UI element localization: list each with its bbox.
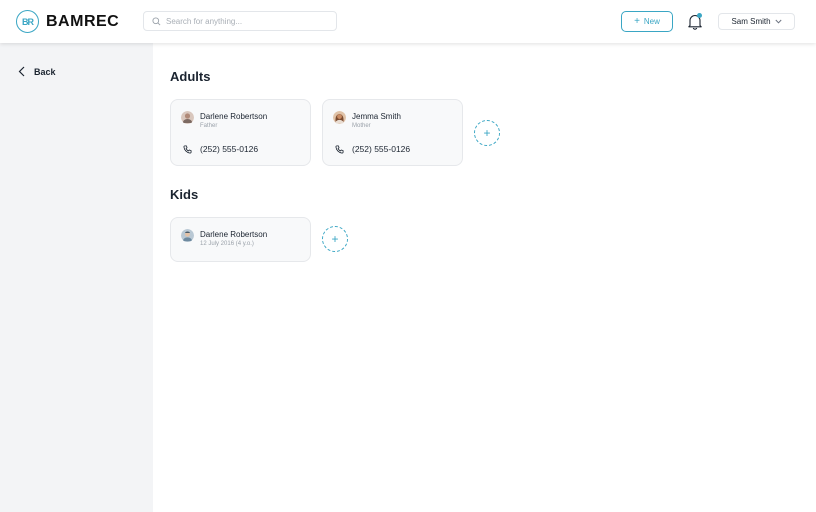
phone-icon (335, 144, 344, 154)
member-birthdate: 12 July 2016 (4 y.o.) (200, 241, 254, 247)
new-button-label: New (643, 17, 660, 26)
phone-row: (252) 555-0126 (183, 144, 258, 154)
plus-icon: + (634, 15, 640, 27)
adult-card[interactable]: Darlene Robertson Father (252) 555-0126 (170, 99, 311, 166)
member-name: Darlene Robertson (200, 230, 268, 239)
member-phone: (252) 555-0126 (352, 144, 411, 154)
avatar (333, 111, 346, 124)
chevron-down-icon (775, 19, 782, 24)
logo[interactable]: BR BAMREC (16, 10, 119, 33)
phone-row: (252) 555-0126 (335, 144, 410, 154)
avatar (181, 111, 194, 124)
kid-card[interactable]: Darlene Robertson 12 July 2016 (4 y.o.) (170, 217, 311, 262)
phone-icon (183, 144, 192, 154)
member-phone: (252) 555-0126 (200, 144, 259, 154)
member-role: Father (200, 123, 218, 129)
search-box[interactable] (143, 11, 337, 31)
new-button[interactable]: + New (621, 11, 673, 32)
add-adult-button[interactable]: + (474, 120, 500, 146)
sidebar: Back (0, 43, 153, 512)
chevron-left-icon (18, 66, 25, 77)
kids-section-title: Kids (170, 187, 199, 202)
notifications-button[interactable] (687, 13, 703, 30)
add-kid-button[interactable]: + (322, 226, 348, 252)
top-bar: BR BAMREC + New Sam Smith (0, 0, 816, 43)
back-button[interactable]: Back (18, 66, 56, 77)
user-menu[interactable]: Sam Smith (718, 13, 795, 30)
plus-icon: + (483, 126, 491, 140)
member-name: Darlene Robertson (200, 112, 268, 121)
member-role: Mother (352, 123, 371, 129)
user-name: Sam Smith (731, 17, 771, 26)
logo-mark-icon: BR (16, 10, 39, 33)
adult-card[interactable]: Jemma Smith Mother (252) 555-0126 (322, 99, 463, 166)
main-content: Adults Darlene Robertson Father (252) 55… (153, 43, 816, 512)
notification-dot (697, 13, 702, 18)
logo-text: BAMREC (46, 12, 120, 30)
search-input[interactable] (166, 16, 326, 26)
member-name: Jemma Smith (352, 112, 401, 121)
search-icon (152, 16, 161, 25)
back-label: Back (34, 66, 56, 77)
adults-section-title: Adults (170, 69, 211, 84)
plus-icon: + (331, 232, 339, 246)
avatar (181, 229, 194, 242)
